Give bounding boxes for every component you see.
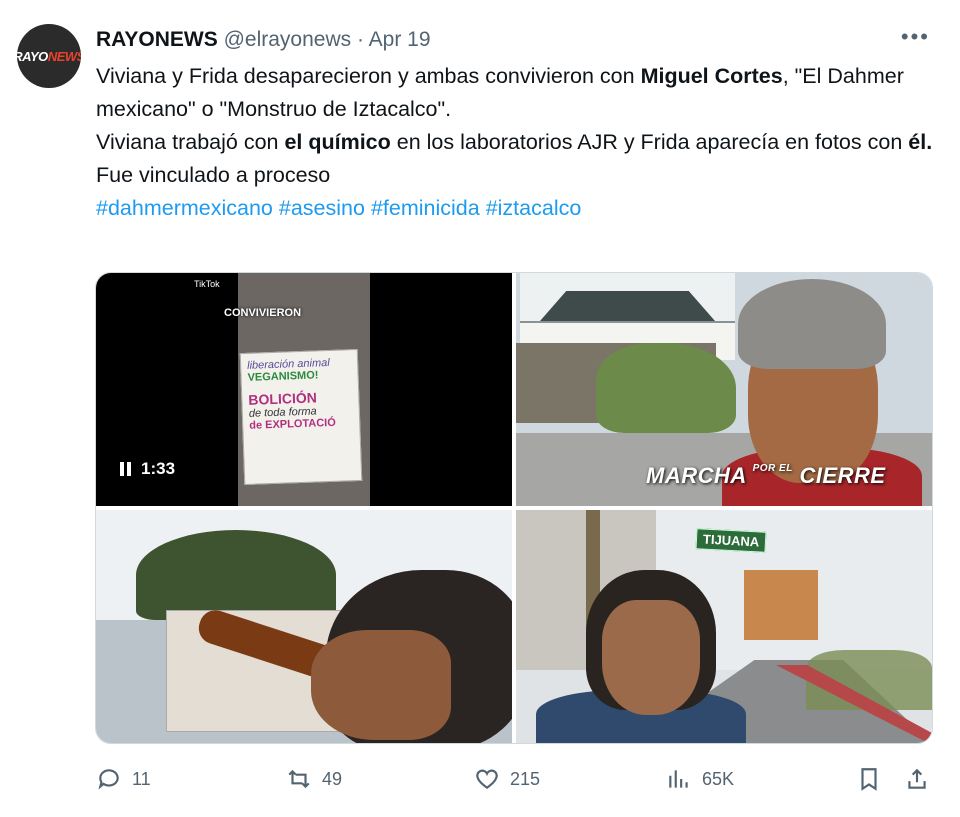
tweet-date[interactable]: Apr 19 [369,28,431,51]
beanie [738,279,886,369]
bookmark-icon [861,768,877,791]
media-grid: liberación animal VEGANISMO! BOLICIÓN de… [95,272,933,744]
reply-icon [98,769,119,790]
tweet[interactable]: RAYONEWS RAYONEWS @elrayonews · Apr 19 •… [0,0,960,817]
video-thumbnail[interactable]: liberación animal VEGANISMO! BOLICIÓN de… [96,273,512,506]
city-sign: TIJUANA [695,528,767,553]
bookmark-button[interactable] [856,766,882,792]
share-button[interactable] [904,766,930,792]
video-overlay-text: CONVIVIERON [224,307,302,319]
hashtag-link[interactable]: #asesino [279,196,365,220]
repost-count: 49 [322,768,343,789]
protest-sign: liberación animal VEGANISMO! BOLICIÓN de… [239,348,363,486]
like-count: 215 [510,768,541,789]
repost-icon [288,769,310,789]
rayonews-logo: RAYONEWS [17,48,81,64]
hashtags: #dahmermexicano #asesino #feminicida #iztac… [96,192,936,225]
view-count: 65K [702,768,735,789]
video-duration[interactable]: 1:33 [110,455,186,483]
tweet-line-2: Viviana trabajó con el químico en los la… [96,130,933,154]
reply-count: 11 [132,768,151,789]
tweet-line-1: Viviana y Frida desaparecieron y ambas c… [96,64,904,121]
heart-icon [476,769,498,789]
reply-button[interactable]: 11 [96,766,151,792]
video-duration-label: 1:33 [141,459,176,478]
photo-billboard[interactable] [96,510,512,743]
tweet-text: Viviana y Frida desaparecieron y ambas c… [96,60,936,225]
separator: · [356,28,364,51]
views-button[interactable]: 65K [666,766,734,792]
hashtag-link[interactable]: #dahmermexicano [96,196,273,220]
avatar[interactable]: RAYONEWS [17,24,81,88]
hashtag-link[interactable]: #feminicida [371,196,480,220]
tweet-line-3: Fue vinculado a proceso [96,163,331,187]
author-handle[interactable]: @elrayonews [224,28,352,51]
author-name[interactable]: RAYONEWS [96,28,218,51]
photo-march[interactable]: MARCHA POR EL CIERRE [516,273,932,506]
person-face [602,600,700,715]
tweet-actions: 11 49 215 65K [96,766,936,794]
more-options-icon[interactable]: ••• [901,24,930,50]
person-face [311,630,451,740]
like-button[interactable]: 215 [474,766,540,792]
pause-icon[interactable] [120,462,131,476]
repost-button[interactable]: 49 [286,766,342,792]
tweet-header: RAYONEWS @elrayonews · Apr 19 [96,28,431,52]
hashtag-link[interactable]: #iztacalco [486,196,582,220]
views-icon [669,770,688,788]
photo-tijuana[interactable]: TIJUANA [516,510,932,743]
photo-caption: MARCHA POR EL CIERRE [646,463,886,488]
tiktok-watermark: TikTok [194,279,220,289]
share-icon [908,768,926,789]
